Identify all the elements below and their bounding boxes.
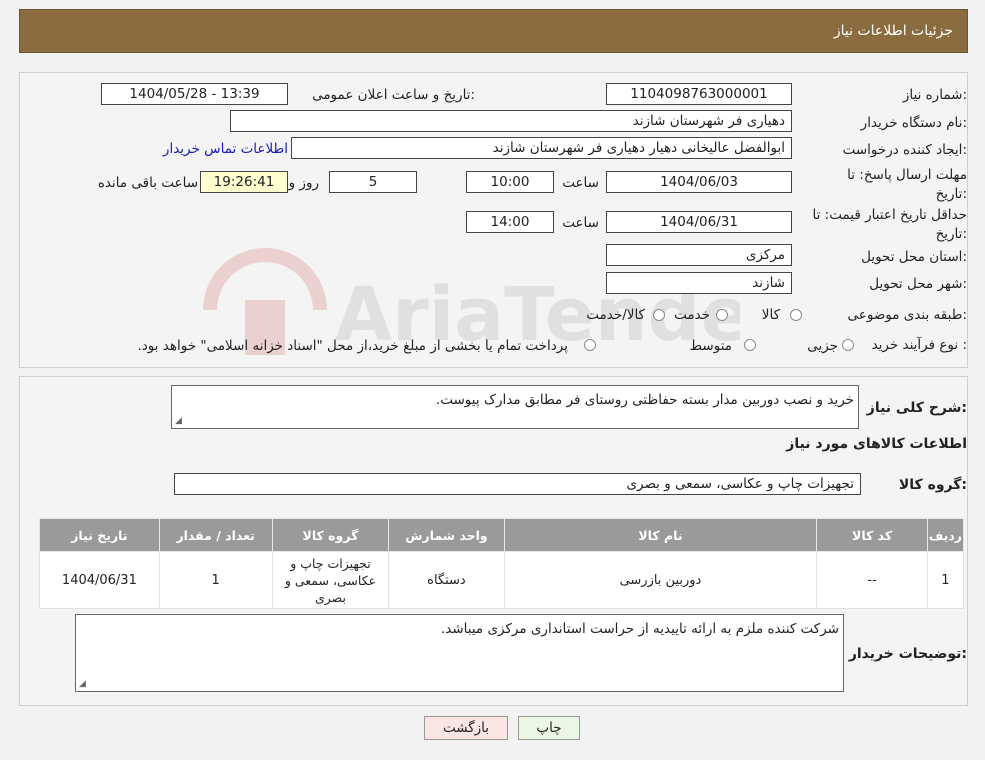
- validity-date-field: 1404/06/31: [606, 211, 792, 233]
- announce-datetime-field: 1404/05/28 - 13:39: [101, 83, 288, 105]
- back-button[interactable]: بازگشت: [424, 716, 508, 740]
- col-code-header: کد کالا: [816, 518, 928, 552]
- cell-date: 1404/06/31: [39, 551, 160, 609]
- treasury-checkbox[interactable]: [584, 339, 596, 351]
- cell-name: دوربین بازرسی: [503, 551, 818, 609]
- goods-table: ردیف کد کالا نام کالا واحد شمارش گروه کا…: [39, 518, 965, 609]
- validity-label: حداقل تاریخ اعتبار قیمت: تا تاریخ:: [812, 207, 967, 242]
- process-note: پرداخت تمام یا بخشی از مبلغ خرید،از محل …: [137, 338, 568, 354]
- need-number-label: شماره نیاز:: [902, 87, 967, 103]
- page-title: جزئیات اطلاعات نیاز: [833, 23, 953, 39]
- cell-group: تجهیزات چاپ و عکاسی، سمعی و بصری: [271, 551, 390, 609]
- process-radio-minor[interactable]: [842, 339, 854, 351]
- cell-row: 1: [926, 551, 965, 609]
- buyer-notes-label: توضیحات خریدار:: [848, 646, 967, 662]
- goods-info-title: اطلاعات کالاهای مورد نیاز: [786, 436, 967, 452]
- remaining-days-field: 5: [329, 171, 417, 193]
- resize-grip-icon[interactable]: ◢: [79, 680, 86, 689]
- city-label: شهر محل تحویل:: [869, 276, 967, 292]
- category-option-service: خدمت: [674, 307, 710, 323]
- page-header: جزئیات اطلاعات نیاز: [19, 9, 968, 53]
- cell-qty: 1: [158, 551, 273, 609]
- category-radio-service[interactable]: [716, 309, 728, 321]
- cell-unit: دستگاه: [388, 551, 505, 609]
- col-name-header: نام کالا: [503, 518, 818, 552]
- city-field: شازند: [606, 272, 792, 294]
- process-radio-medium[interactable]: [744, 339, 756, 351]
- resize-grip-icon[interactable]: ◢: [175, 417, 182, 426]
- category-label: طبقه بندی موضوعی:: [847, 307, 967, 323]
- remaining-label: ساعت باقی مانده: [97, 175, 198, 191]
- buyer-org-label: نام دستگاه خریدار:: [860, 115, 967, 131]
- table-row: 1 -- دوربین بازرسی دستگاه تجهیزات چاپ و …: [39, 551, 965, 609]
- table-header-row: ردیف کد کالا نام کالا واحد شمارش گروه کا…: [39, 518, 965, 552]
- days-and-label: روز و: [288, 175, 319, 191]
- buyer-notes-text: شرکت کننده ملزم به ارائه تاییدیه از حراس…: [440, 621, 839, 637]
- cell-code: --: [816, 551, 928, 609]
- remaining-time-field: 19:26:41: [200, 171, 288, 193]
- description-label: شرح کلی نیاز:: [866, 400, 967, 416]
- deadline-label: مهلت ارسال پاسخ: تا تاریخ:: [847, 167, 967, 202]
- goods-group-field: تجهیزات چاپ و عکاسی، سمعی و بصری: [174, 473, 861, 495]
- description-text: خرید و نصب دوربین مدار بسته حفاظتی روستا…: [435, 392, 854, 408]
- category-radio-goods[interactable]: [790, 309, 802, 321]
- col-unit-header: واحد شمارش: [388, 518, 505, 552]
- creator-field: ابوالفضل عالیخانی دهیار دهیاری فر شهرستا…: [291, 137, 792, 159]
- print-button[interactable]: چاپ: [518, 716, 580, 740]
- category-radio-goods-service[interactable]: [653, 309, 665, 321]
- buyer-org-field: دهیاری فر شهرستان شازند: [230, 110, 792, 132]
- process-option-minor: جزیی: [807, 338, 838, 354]
- col-group-header: گروه کالا: [271, 518, 390, 552]
- deadline-time-label: ساعت: [562, 175, 599, 191]
- deadline-date-field: 1404/06/03: [606, 171, 792, 193]
- buyer-contact-link[interactable]: اطلاعات تماس خریدار: [163, 141, 288, 157]
- category-option-goods: کالا: [761, 307, 780, 323]
- category-option-goods-service: کالا/خدمت: [586, 307, 645, 323]
- buyer-notes-textarea[interactable]: شرکت کننده ملزم به ارائه تاییدیه از حراس…: [75, 614, 844, 692]
- validity-time-field: 14:00: [466, 211, 554, 233]
- province-label: استان محل تحویل:: [861, 249, 967, 265]
- process-option-medium: متوسط: [689, 338, 732, 354]
- validity-time-label: ساعت: [562, 215, 599, 231]
- col-row-header: ردیف: [926, 518, 965, 552]
- process-label: نوع فرآیند خرید :: [871, 337, 967, 353]
- col-qty-header: تعداد / مقدار: [158, 518, 273, 552]
- province-field: مرکزی: [606, 244, 792, 266]
- announce-label: تاریخ و ساعت اعلان عمومی:: [312, 87, 475, 103]
- description-textarea[interactable]: خرید و نصب دوربین مدار بسته حفاظتی روستا…: [171, 385, 859, 429]
- goods-group-label: گروه کالا:: [898, 477, 967, 493]
- need-number-field: 1104098763000001: [606, 83, 792, 105]
- col-date-header: تاریخ نیاز: [39, 518, 160, 552]
- deadline-time-field: 10:00: [466, 171, 554, 193]
- creator-label: ایجاد کننده درخواست:: [842, 142, 967, 158]
